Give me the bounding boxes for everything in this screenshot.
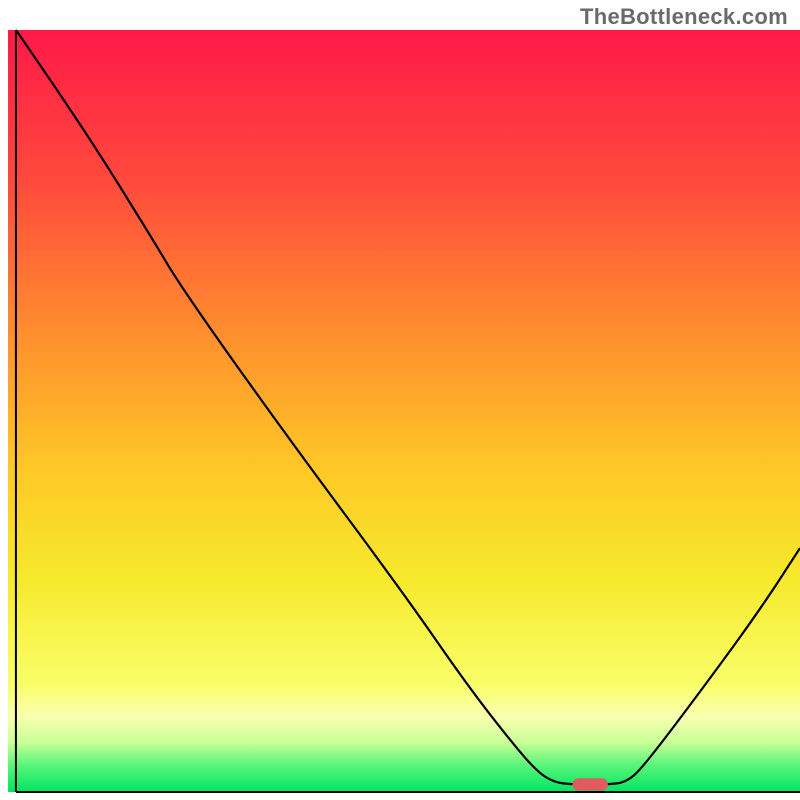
gradient-background <box>8 30 800 792</box>
bottleneck-chart: TheBottleneck.com <box>0 0 800 800</box>
optimum-marker <box>572 778 608 790</box>
chart-svg <box>0 0 800 800</box>
